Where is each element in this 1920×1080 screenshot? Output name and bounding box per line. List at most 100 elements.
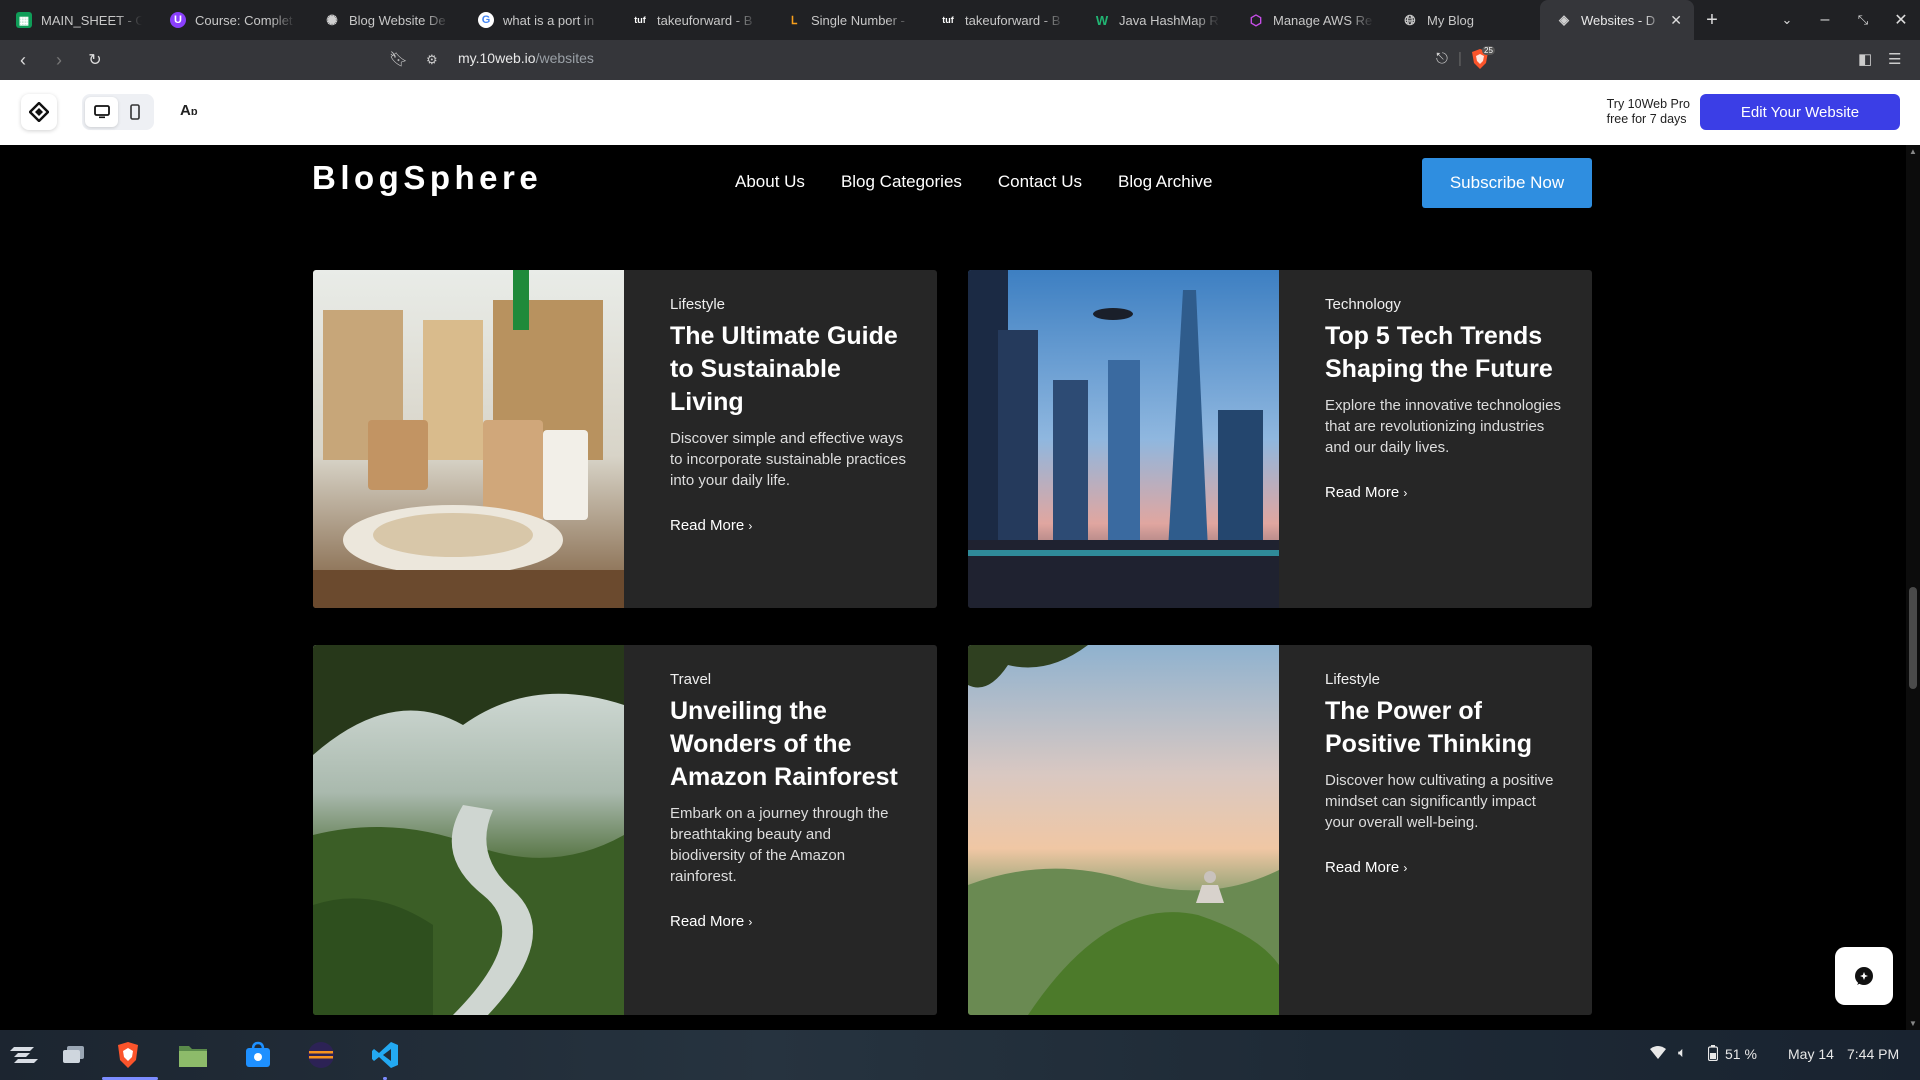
browser-tab[interactable]: ⬡ Manage AWS Re	[1232, 0, 1386, 40]
zorin-menu-icon[interactable]	[8, 1039, 40, 1071]
post-title[interactable]: The Ultimate Guide to Sustainable Living	[670, 320, 910, 419]
browser-tab[interactable]: G what is a port in	[462, 0, 616, 40]
scrollbar[interactable]: ▲ ▼	[1906, 145, 1920, 1030]
browser-tab[interactable]: tuf takeuforward - B	[616, 0, 770, 40]
browser-tab[interactable]: ᒪ Single Number -	[770, 0, 924, 40]
chat-button[interactable]	[1835, 947, 1893, 1005]
trial-note: Try 10Web Pro free for 7 days	[1607, 97, 1690, 127]
w-icon: W	[1095, 12, 1109, 28]
scroll-up-icon[interactable]: ▲	[1908, 147, 1918, 156]
workspaces-icon[interactable]	[58, 1039, 90, 1071]
close-window-icon[interactable]: ✕	[1882, 0, 1920, 40]
clock-time[interactable]: 7:44 PM	[1847, 1046, 1899, 1062]
nav-blog-archive[interactable]: Blog Archive	[1118, 172, 1213, 192]
browser-tab[interactable]: tuf takeuforward - B	[924, 0, 1078, 40]
scroll-down-icon[interactable]: ▼	[1908, 1019, 1918, 1028]
nav-blog-categories[interactable]: Blog Categories	[841, 172, 962, 192]
battery-percent: 51 %	[1725, 1046, 1757, 1062]
post-title[interactable]: Top 5 Tech Trends Shaping the Future	[1325, 320, 1565, 386]
post-title[interactable]: The Power of Positive Thinking	[1325, 695, 1565, 761]
amazon-river-photo[interactable]	[313, 645, 624, 1015]
leetcode-icon: ᒪ	[790, 14, 798, 27]
tuf-icon: tuf	[634, 15, 646, 25]
post-category[interactable]: Technology	[1325, 296, 1565, 313]
tenweb-logo-icon[interactable]	[21, 94, 57, 130]
post-excerpt: Explore the innovative technologies that…	[1325, 397, 1561, 456]
chevron-right-icon: ›	[1403, 486, 1408, 500]
scrollbar-thumb[interactable]	[1909, 587, 1917, 689]
read-more-link[interactable]: Read More ›	[1325, 859, 1407, 876]
browser-tab[interactable]: ✺ Blog Website De	[308, 0, 462, 40]
font-icon-letter: A	[180, 102, 191, 119]
read-more-link[interactable]: Read More ›	[1325, 484, 1407, 501]
back-icon[interactable]: ‹	[8, 45, 38, 75]
eco-tableware-photo[interactable]	[313, 270, 624, 608]
address-bar-row: ‹ › ↻ 🔖︎ ⚙ my.10web.io/websites ⎋ | 25 ◧…	[0, 40, 1920, 80]
meditation-hill-photo[interactable]	[968, 645, 1279, 1015]
site-settings-icon[interactable]: ⚙	[426, 52, 438, 68]
eclipse-icon[interactable]	[305, 1039, 337, 1071]
tab-title: Websites - D	[1581, 12, 1656, 28]
card-body: Lifestyle The Power of Positive Thinking…	[1325, 671, 1565, 877]
globe-icon: 🌐︎	[1404, 11, 1416, 28]
site-logo[interactable]: BlogSphere	[312, 159, 542, 197]
new-tab-button[interactable]: +	[1694, 0, 1730, 40]
browser-tab[interactable]: U Course: Complet	[154, 0, 308, 40]
edit-website-button[interactable]: Edit Your Website	[1700, 94, 1900, 130]
tab-title: Single Number -	[811, 12, 905, 28]
software-store-icon[interactable]	[242, 1039, 274, 1071]
card-body: Lifestyle The Ultimate Guide to Sustaina…	[670, 296, 910, 535]
restore-icon[interactable]: ⤡	[1844, 0, 1882, 40]
brave-browser-icon[interactable]	[112, 1039, 144, 1071]
tenweb-toolbar: Aɒ Try 10Web Pro free for 7 days Edit Yo…	[0, 80, 1920, 145]
browser-tab[interactable]: ▦ MAIN_SHEET - G	[0, 0, 154, 40]
post-excerpt: Discover how cultivating a positive mind…	[1325, 772, 1554, 831]
futuristic-city-photo[interactable]	[968, 270, 1279, 608]
course-icon: U	[170, 12, 186, 28]
browser-tab-active[interactable]: ◈ Websites - D ✕	[1540, 0, 1694, 40]
read-more-label: Read More	[1325, 859, 1400, 876]
browser-tab[interactable]: 🌐︎ My Blog	[1386, 0, 1540, 40]
read-more-link[interactable]: Read More ›	[670, 913, 752, 930]
tab-title: Java HashMap R	[1119, 12, 1219, 28]
tab-title: what is a port in	[503, 12, 595, 28]
vscode-icon[interactable]	[369, 1039, 401, 1071]
browser-tab[interactable]: W Java HashMap R	[1078, 0, 1232, 40]
close-tab-icon[interactable]: ✕	[1670, 12, 1682, 29]
post-category[interactable]: Lifestyle	[670, 296, 910, 313]
chevron-right-icon: ›	[748, 519, 753, 533]
nav-about-us[interactable]: About Us	[735, 172, 805, 192]
reload-icon[interactable]: ↻	[80, 45, 110, 75]
battery-icon[interactable]	[1707, 1045, 1719, 1064]
brave-shield-icon[interactable]: 25	[1470, 46, 1495, 74]
nav-contact-us[interactable]: Contact Us	[998, 172, 1082, 192]
mobile-view-icon[interactable]	[118, 97, 151, 127]
tenweb-icon: ◈	[1559, 12, 1569, 27]
post-category[interactable]: Travel	[670, 671, 910, 688]
url-field[interactable]: my.10web.io/websites	[458, 50, 594, 66]
wifi-icon[interactable]	[1650, 1046, 1666, 1063]
sidebar-toggle-icon[interactable]: ◧	[1858, 50, 1872, 68]
subscribe-button[interactable]: Subscribe Now	[1422, 158, 1592, 208]
chatgpt-icon: ✺	[326, 11, 338, 28]
desktop-view-icon[interactable]	[85, 97, 118, 127]
minimize-icon[interactable]: –	[1806, 0, 1844, 40]
post-title[interactable]: Unveiling the Wonders of the Amazon Rain…	[670, 695, 910, 794]
url-host: my.10web.io	[458, 50, 536, 66]
tab-search-icon[interactable]: ⌄	[1768, 0, 1806, 40]
divider: |	[1458, 50, 1462, 67]
forward-icon[interactable]: ›	[44, 45, 74, 75]
font-style-icon[interactable]: Aɒ	[180, 102, 198, 119]
card-body: Technology Top 5 Tech Trends Shaping the…	[1325, 296, 1565, 502]
files-icon[interactable]	[177, 1039, 209, 1071]
post-category[interactable]: Lifestyle	[1325, 671, 1565, 688]
share-icon[interactable]: ⎋	[1436, 50, 1448, 67]
clock-date[interactable]: May 14	[1788, 1046, 1834, 1062]
url-path: /websites	[535, 50, 594, 66]
menu-icon[interactable]: ☰	[1888, 50, 1901, 68]
volume-icon[interactable]: 🔈︎	[1678, 1044, 1686, 1061]
bookmark-icon[interactable]: 🔖︎	[389, 50, 408, 68]
site-nav: About Us Blog Categories Contact Us Blog…	[735, 172, 1213, 192]
read-more-link[interactable]: Read More ›	[670, 517, 752, 534]
blog-card: Lifestyle The Ultimate Guide to Sustaina…	[313, 270, 937, 608]
